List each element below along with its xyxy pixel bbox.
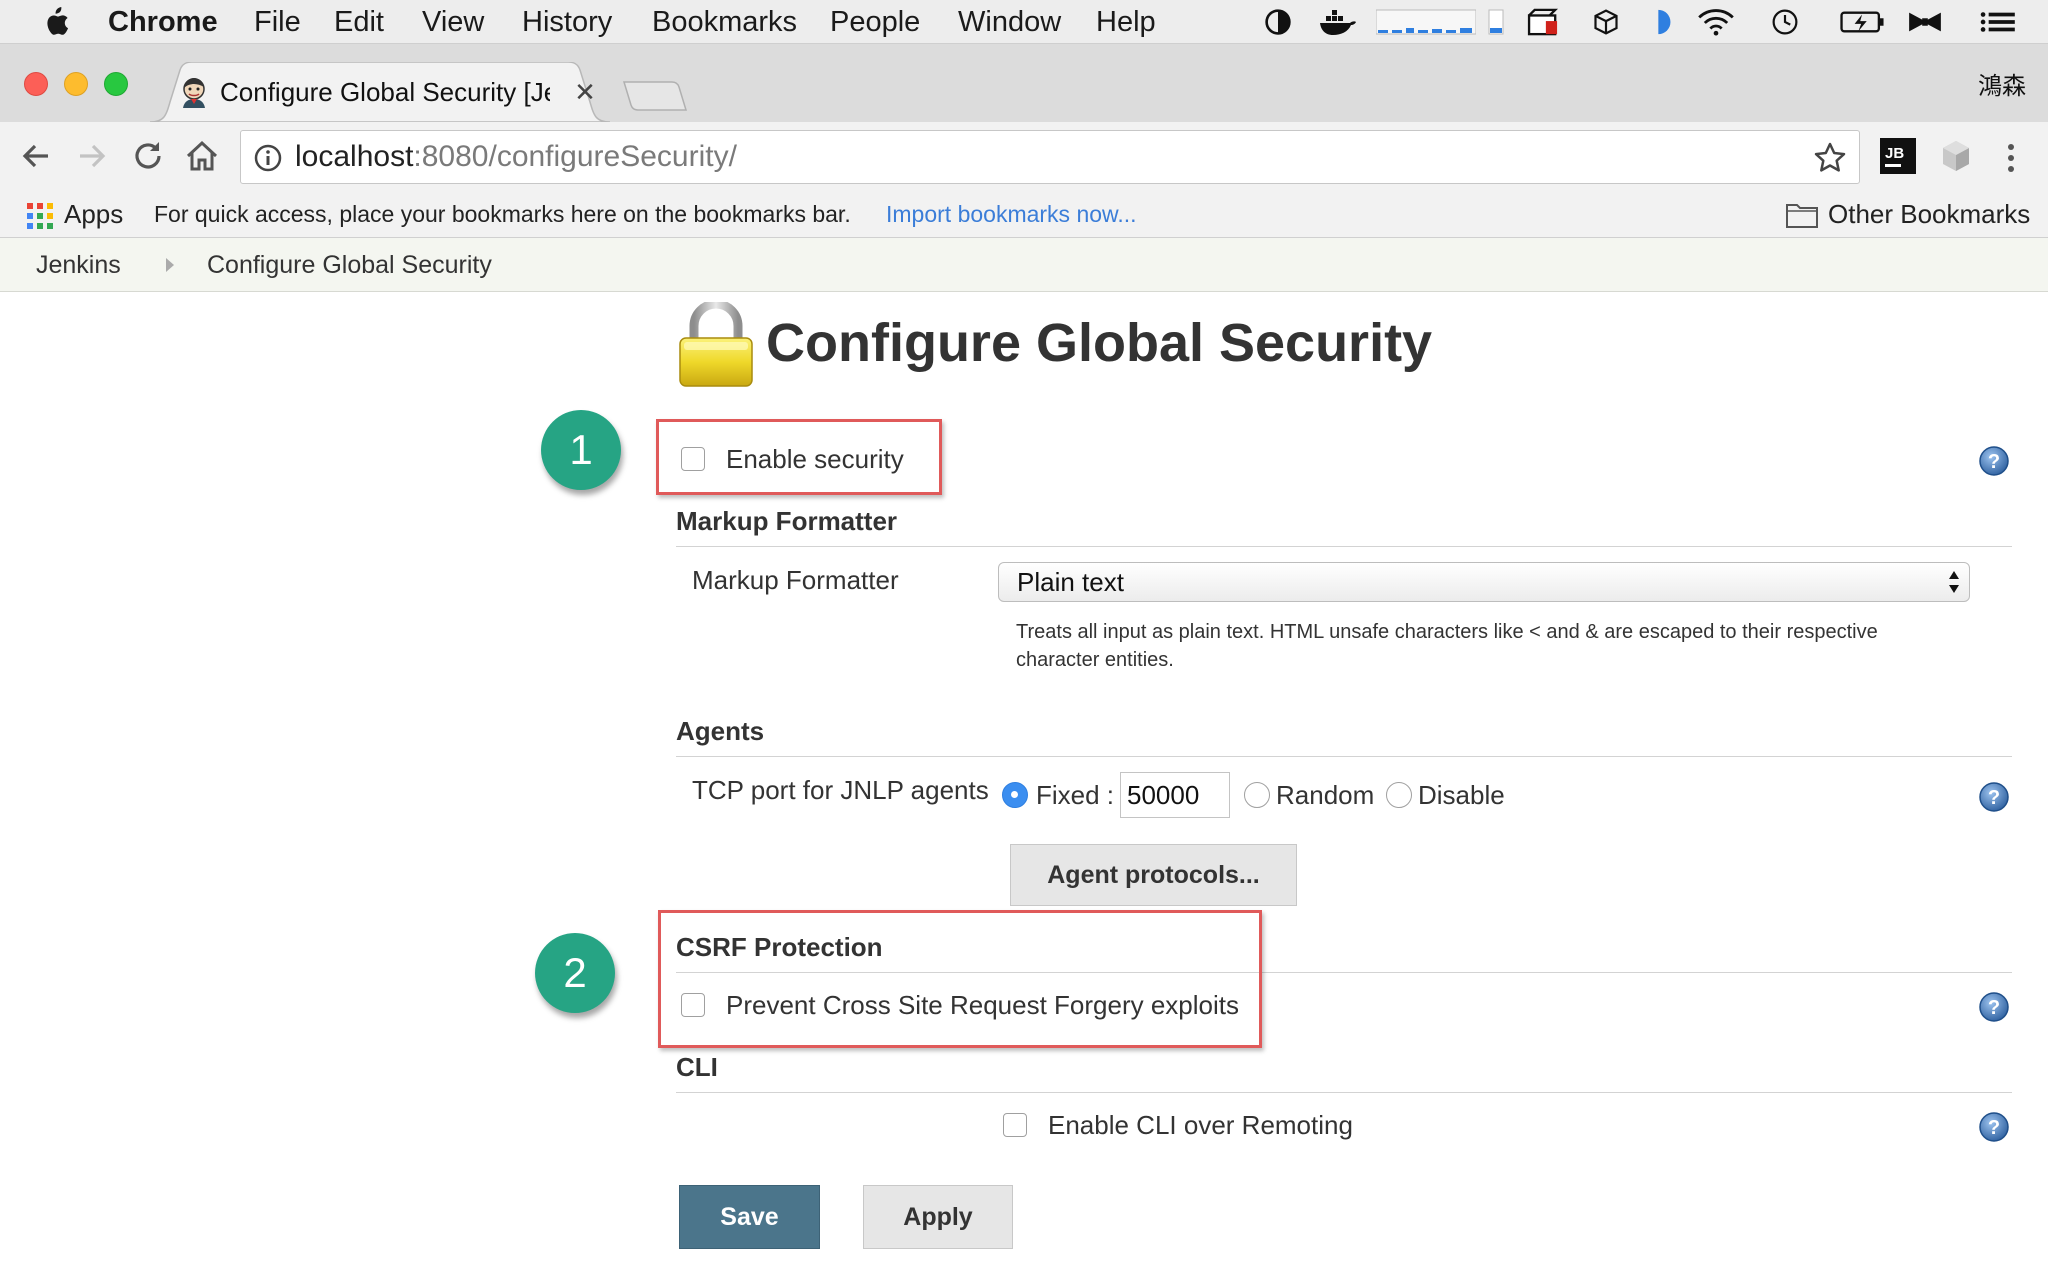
apps-bookmark[interactable]: Apps: [64, 192, 123, 236]
jetbrains-extension-icon[interactable]: JB: [1880, 138, 1916, 174]
breadcrumb-jenkins[interactable]: Jenkins: [36, 238, 121, 292]
battery-charging-icon[interactable]: [1838, 8, 1888, 36]
svg-text:JB: JB: [1885, 145, 1904, 162]
markup-formatter-description: Treats all input as plain text. HTML uns…: [1016, 621, 1878, 671]
tcp-random-radio[interactable]: [1244, 782, 1270, 808]
tcp-port-field[interactable]: [1120, 772, 1230, 818]
forward-arrow-icon[interactable]: [72, 136, 112, 176]
annotation-step-2: 2: [535, 933, 615, 1013]
tab-active[interactable]: Configure Global Security [Jenkins] ✕: [150, 62, 610, 122]
agents-section-title: Agents: [676, 716, 765, 746]
half-moon-icon[interactable]: [1650, 8, 1676, 36]
cli-label[interactable]: Enable CLI over Remoting: [1048, 1110, 1353, 1141]
tcp-fixed-label[interactable]: Fixed :: [1036, 780, 1114, 811]
breadcrumb-separator-icon: [166, 258, 174, 272]
breadcrumb-configure-global-security[interactable]: Configure Global Security: [207, 238, 492, 292]
back-arrow-icon[interactable]: [16, 136, 56, 176]
help-icon[interactable]: ?: [1978, 781, 2010, 813]
battery-level-icon: [1488, 9, 1504, 35]
svg-text:?: ?: [1988, 997, 2000, 1019]
menu-file[interactable]: File: [254, 0, 301, 44]
tcp-random-label[interactable]: Random: [1276, 780, 1374, 811]
markup-formatter-selected-value: Plain text: [1017, 567, 1124, 597]
profile-name[interactable]: 鴻森: [1978, 66, 2026, 101]
menu-app-name[interactable]: Chrome: [108, 0, 218, 44]
box-icon[interactable]: [1590, 8, 1622, 36]
markup-formatter-select[interactable]: Plain text: [998, 562, 1970, 602]
url-text[interactable]: localhost:8080/configureSecurity/: [295, 131, 737, 183]
wifi-icon[interactable]: [1696, 8, 1736, 36]
import-bookmarks-link[interactable]: Import bookmarks now...: [886, 192, 1137, 236]
menu-edit[interactable]: Edit: [334, 0, 384, 44]
site-info-icon[interactable]: [253, 143, 283, 173]
bookmark-star-icon[interactable]: [1813, 141, 1847, 175]
section-divider: [676, 756, 2012, 757]
tcp-port-input[interactable]: [1121, 773, 1229, 817]
tcp-disable-radio[interactable]: [1386, 782, 1412, 808]
activity-graph-icon: [1376, 9, 1476, 35]
apps-grid-icon[interactable]: [26, 202, 54, 230]
screen-recorder-icon[interactable]: [1526, 8, 1562, 36]
menu-bookmarks[interactable]: Bookmarks: [652, 0, 797, 44]
tcp-disable-label[interactable]: Disable: [1418, 780, 1505, 811]
browser-toolbar: localhost:8080/configureSecurity/ JB: [0, 122, 2048, 192]
help-icon[interactable]: ?: [1978, 1111, 2010, 1143]
tcp-port-label: TCP port for JNLP agents: [692, 775, 989, 805]
address-bar[interactable]: localhost:8080/configureSecurity/: [240, 130, 1860, 184]
jenkins-favicon-icon: [183, 78, 205, 108]
menu-window[interactable]: Window: [958, 0, 1061, 44]
breadcrumb: Jenkins Configure Global Security: [0, 238, 2048, 292]
save-button[interactable]: Save: [679, 1185, 820, 1249]
svg-text:?: ?: [1988, 787, 2000, 809]
bowtie-icon[interactable]: [1906, 8, 1944, 36]
tcp-fixed-radio[interactable]: [1002, 782, 1028, 808]
home-icon[interactable]: [182, 136, 222, 176]
menu-help[interactable]: Help: [1096, 0, 1156, 44]
other-bookmarks-button[interactable]: Other Bookmarks: [1828, 192, 2030, 236]
svg-text:?: ?: [1988, 451, 2000, 473]
select-arrows-icon: [1949, 571, 1959, 593]
list-icon[interactable]: [1978, 8, 2018, 36]
help-icon[interactable]: ?: [1978, 991, 2010, 1023]
cli-section-title: CLI: [676, 1052, 718, 1082]
folder-icon: [1786, 204, 1818, 228]
tab-title: Configure Global Security [Jenkins]: [220, 77, 550, 107]
docker-icon[interactable]: [1318, 8, 1358, 36]
svg-text:?: ?: [1988, 1117, 2000, 1139]
apply-button[interactable]: Apply: [863, 1185, 1013, 1249]
chrome-menu-icon[interactable]: [1996, 138, 2026, 178]
cube-extension-icon[interactable]: [1938, 138, 1974, 174]
help-icon[interactable]: ?: [1978, 445, 2010, 477]
markup-formatter-label: Markup Formatter: [692, 565, 899, 595]
reload-icon[interactable]: [128, 136, 168, 176]
contrast-icon[interactable]: [1262, 8, 1294, 36]
annotation-step-1: 1: [541, 410, 621, 490]
window-minimize-button[interactable]: [64, 72, 88, 96]
section-divider: [676, 1092, 2012, 1093]
time-machine-icon[interactable]: [1768, 8, 1802, 36]
bookmarks-hint-text: For quick access, place your bookmarks h…: [154, 201, 851, 227]
apple-logo-icon[interactable]: [40, 6, 70, 38]
padlock-icon: [679, 302, 753, 387]
new-tab-button[interactable]: [620, 78, 690, 114]
macos-menu-bar: Chrome File Edit View History Bookmarks …: [0, 0, 2048, 44]
tab-close-icon[interactable]: ✕: [570, 76, 600, 108]
highlight-box-csrf: [658, 910, 1262, 1048]
menu-history[interactable]: History: [522, 0, 612, 44]
section-divider: [676, 546, 2012, 547]
highlight-box-enable-security: [656, 419, 942, 495]
bookmarks-bar: Apps For quick access, place your bookma…: [0, 192, 2048, 238]
agent-protocols-button[interactable]: Agent protocols...: [1010, 844, 1297, 906]
tab-strip: Configure Global Security [Jenkins] ✕ 鴻森: [0, 44, 2048, 122]
menu-people[interactable]: People: [830, 0, 920, 44]
url-path: :8080/configureSecurity/: [413, 140, 737, 173]
cli-checkbox[interactable]: [1003, 1113, 1027, 1137]
window-close-button[interactable]: [24, 72, 48, 96]
url-host: localhost: [295, 140, 414, 173]
menu-view[interactable]: View: [422, 0, 484, 44]
markup-formatter-section-title: Markup Formatter: [676, 506, 898, 536]
page-title: Configure Global Security: [766, 313, 1433, 373]
window-zoom-button[interactable]: [104, 72, 128, 96]
